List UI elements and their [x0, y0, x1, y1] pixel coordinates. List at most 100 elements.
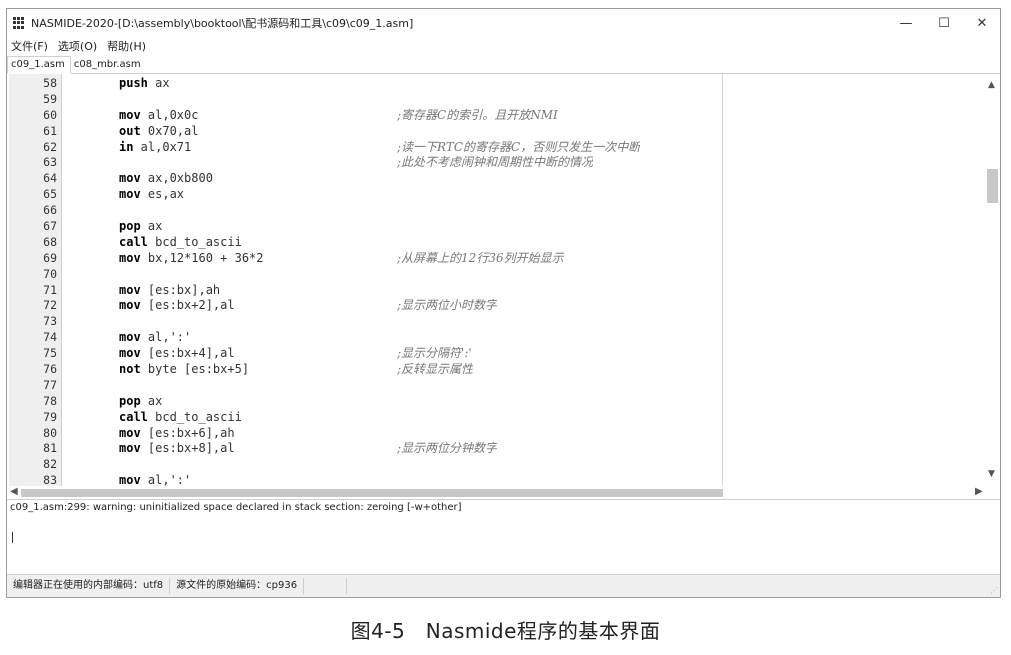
- title-bar[interactable]: NASMIDE-2020-[D:\assembly\booktool\配书源码和…: [7, 9, 1000, 37]
- instruction-operands: bcd_to_ascii: [147, 409, 242, 424]
- code-line[interactable]: 74 mov al,':': [7, 330, 967, 346]
- instruction-mnemonic: mov: [119, 107, 141, 122]
- close-button[interactable]: ✕: [963, 9, 1001, 37]
- instruction-operands: al,0x0c: [140, 107, 199, 122]
- code-line[interactable]: 68 call bcd_to_ascii: [7, 235, 967, 251]
- menu-file[interactable]: 文件(F): [7, 38, 54, 54]
- code-text: pop ax: [119, 394, 162, 410]
- code-line[interactable]: 69 mov bx,12*160 + 36*2 ;从屏幕上的12行36列开始显示: [7, 251, 967, 267]
- instruction-operands: bx,12*160 + 36*2: [140, 250, 264, 265]
- status-empty-segment: [304, 578, 348, 594]
- tab-c08-mbr-asm[interactable]: c08_mbr.asm: [71, 57, 146, 73]
- vertical-scrollbar[interactable]: ▲ ▼: [985, 74, 1000, 486]
- instruction-operands: [es:bx],ah: [140, 282, 221, 297]
- code-line[interactable]: 73: [7, 314, 967, 330]
- instruction-operands: ax,0xb800: [140, 171, 213, 186]
- code-line[interactable]: 79 call bcd_to_ascii: [7, 410, 967, 426]
- instruction-operands: al,':': [140, 330, 192, 345]
- code-line[interactable]: 78 pop ax: [7, 394, 967, 410]
- app-icon: [13, 17, 25, 29]
- instruction-operands: byte [es:bx+5]: [140, 362, 250, 377]
- code-line[interactable]: 83 mov al,':': [7, 473, 967, 486]
- compiler-message: c09_1.asm:299: warning: uninitialized sp…: [10, 502, 462, 513]
- code-comment: ;显示两位分钟数字: [397, 441, 498, 456]
- code-lines: 58 push ax 59 60 mov al,0x0c ;寄存器C的索引。且开放NMI 6…: [7, 76, 967, 486]
- menu-options[interactable]: 选项(O): [54, 38, 103, 54]
- instruction-operands: es,ax: [140, 187, 185, 202]
- maximize-button[interactable]: ☐: [925, 9, 963, 37]
- code-line[interactable]: 82: [7, 457, 967, 473]
- line-number: 68: [43, 234, 57, 249]
- code-text: mov [es:bx+2],al: [119, 298, 235, 314]
- line-number: 64: [43, 171, 57, 186]
- horizontal-scroll-thumb[interactable]: [21, 489, 723, 497]
- code-text: mov es,ax: [119, 187, 184, 203]
- code-line[interactable]: 58 push ax: [7, 76, 967, 92]
- instruction-mnemonic: not: [119, 362, 141, 377]
- instruction-mnemonic: mov: [119, 346, 141, 361]
- code-line[interactable]: 70: [7, 267, 967, 283]
- line-number: 62: [43, 139, 57, 154]
- code-text: mov al,':': [119, 330, 191, 346]
- code-line[interactable]: 60 mov al,0x0c ;寄存器C的索引。且开放NMI: [7, 108, 967, 124]
- line-number: 78: [43, 393, 57, 408]
- code-line[interactable]: 59: [7, 92, 967, 108]
- resize-grip-icon[interactable]: ⋰: [990, 586, 998, 595]
- code-line[interactable]: 80 mov [es:bx+6],ah: [7, 426, 967, 442]
- instruction-mnemonic: push: [119, 76, 148, 90]
- instruction-mnemonic: mov: [119, 187, 141, 202]
- tab-bar: c09_1.asm c08_mbr.asm: [7, 55, 1000, 74]
- code-line[interactable]: 62 in al,0x71 ;读一下RTC的寄存器C，否则只发生一次中断: [7, 140, 967, 156]
- code-line[interactable]: 71 mov [es:bx],ah: [7, 283, 967, 299]
- line-number: 79: [43, 409, 57, 424]
- line-number: 72: [43, 298, 57, 313]
- code-line[interactable]: 76 not byte [es:bx+5] ;反转显示属性: [7, 362, 967, 378]
- code-line[interactable]: 72 mov [es:bx+2],al ;显示两位小时数字: [7, 298, 967, 314]
- code-text: push ax: [119, 76, 170, 92]
- code-line[interactable]: 64 mov ax,0xb800: [7, 171, 967, 187]
- code-line[interactable]: 65 mov es,ax: [7, 187, 967, 203]
- code-comment: ;反转显示属性: [397, 362, 474, 377]
- code-text: pop ax: [119, 219, 162, 235]
- code-line[interactable]: 63 ;此处不考虑闹钟和周期性中断的情况: [7, 155, 967, 171]
- scroll-left-icon[interactable]: ◀: [10, 486, 18, 497]
- vertical-scroll-thumb[interactable]: [987, 169, 998, 203]
- scroll-down-icon[interactable]: ▼: [988, 469, 995, 479]
- line-number: 66: [43, 203, 57, 218]
- horizontal-scrollbar[interactable]: ◀ ▶: [7, 486, 1000, 500]
- code-text: call bcd_to_ascii: [119, 235, 242, 251]
- line-number: 67: [43, 219, 57, 234]
- instruction-operands: al,':': [140, 473, 192, 486]
- code-text: mov al,0x0c: [119, 108, 198, 124]
- code-line[interactable]: 67 pop ax: [7, 219, 967, 235]
- code-line[interactable]: 81 mov [es:bx+8],al ;显示两位分钟数字: [7, 441, 967, 457]
- scroll-up-icon[interactable]: ▲: [988, 80, 995, 90]
- code-line[interactable]: 61 out 0x70,al: [7, 124, 967, 140]
- code-editor[interactable]: 58 push ax 59 60 mov al,0x0c ;寄存器C的索引。且开放NMI 6…: [7, 74, 1000, 486]
- line-number: 82: [43, 457, 57, 472]
- instruction-operands: al,0x71: [133, 139, 192, 154]
- code-line[interactable]: 77: [7, 378, 967, 394]
- line-number: 60: [43, 107, 57, 122]
- code-line[interactable]: 66: [7, 203, 967, 219]
- code-line[interactable]: 75 mov [es:bx+4],al ;显示分隔符':': [7, 346, 967, 362]
- line-number: 65: [43, 187, 57, 202]
- instruction-operands: ax: [140, 393, 163, 408]
- tab-c09-1-asm[interactable]: c09_1.asm: [7, 56, 71, 74]
- figure-caption: 图4-5 Nasmide程序的基本界面: [350, 619, 661, 643]
- output-panel[interactable]: c09_1.asm:299: warning: uninitialized sp…: [7, 500, 1000, 575]
- line-number: 77: [43, 377, 57, 392]
- line-number: 74: [43, 330, 57, 345]
- scroll-right-icon[interactable]: ▶: [975, 486, 983, 497]
- minimize-button[interactable]: —: [887, 9, 925, 37]
- instruction-mnemonic: call: [119, 409, 148, 424]
- instruction-mnemonic: in: [119, 139, 134, 154]
- instruction-mnemonic: mov: [119, 425, 141, 440]
- code-text: call bcd_to_ascii: [119, 410, 242, 426]
- code-comment: ;寄存器C的索引。且开放NMI: [397, 107, 558, 122]
- code-comment: ;显示两位小时数字: [397, 298, 498, 313]
- menu-help[interactable]: 帮助(H): [103, 38, 152, 54]
- status-internal-encoding: 编辑器正在使用的内部编码：utf8: [7, 578, 171, 594]
- instruction-mnemonic: mov: [119, 330, 141, 345]
- line-number: 83: [43, 473, 57, 486]
